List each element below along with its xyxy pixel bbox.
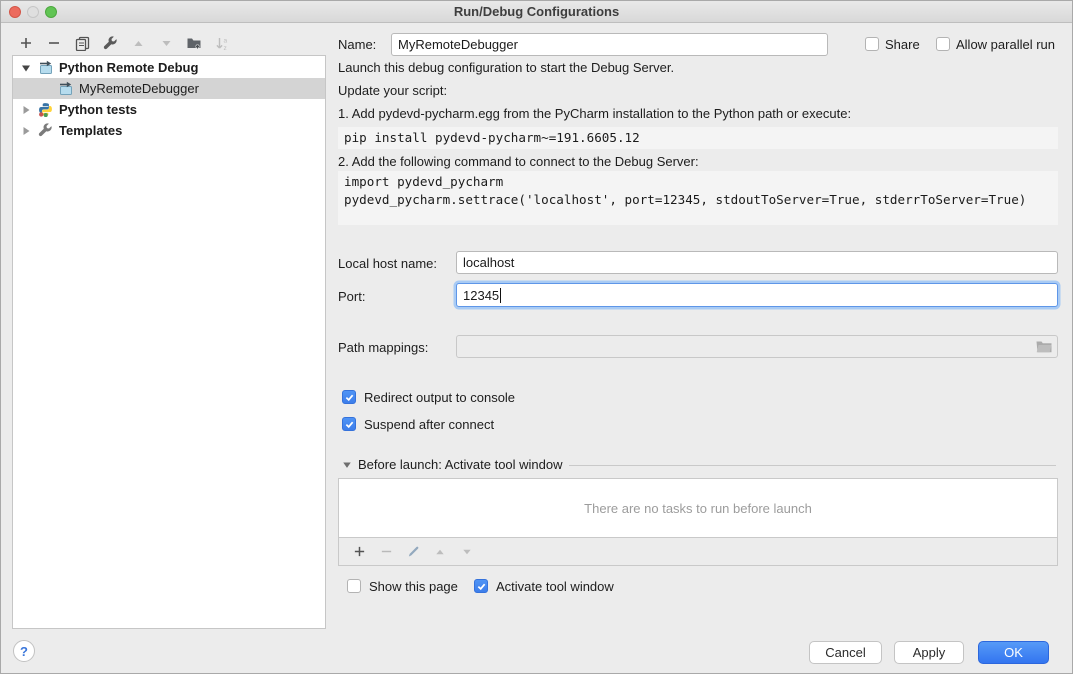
- update-script-text: Update your script:: [338, 83, 447, 99]
- zoom-window-button[interactable]: [45, 6, 57, 18]
- suspend-after-connect-checkbox[interactable]: [342, 417, 356, 431]
- port-input[interactable]: 12345: [456, 283, 1058, 307]
- activate-tool-window-checkbox[interactable]: [474, 579, 488, 593]
- apply-button[interactable]: Apply: [894, 641, 964, 664]
- expanded-chevron-icon[interactable]: [342, 460, 352, 470]
- configurations-tree: Python Remote Debug MyRemoteDebugger Pyt…: [12, 55, 326, 629]
- path-mappings-label: Path mappings:: [338, 340, 428, 356]
- browse-folder-icon[interactable]: [1036, 340, 1052, 357]
- tree-item-label: MyRemoteDebugger: [79, 81, 199, 96]
- settrace-code: import pydevd_pycharmpydevd_pycharm.sett…: [338, 171, 1058, 225]
- path-mappings-input[interactable]: [456, 335, 1058, 358]
- add-task-icon[interactable]: [351, 544, 367, 560]
- allow-parallel-run-label: Allow parallel run: [956, 37, 1055, 53]
- local-host-label: Local host name:: [338, 256, 437, 272]
- before-launch-title: Before launch: Activate tool window: [358, 457, 563, 472]
- new-folder-icon[interactable]: [186, 35, 202, 51]
- run-debug-configurations-dialog: Run/Debug Configurations az: [0, 0, 1073, 674]
- copy-configuration-icon[interactable]: [74, 35, 90, 51]
- minimize-window-button: [27, 6, 39, 18]
- tree-item-python-remote-debug[interactable]: Python Remote Debug: [13, 57, 325, 78]
- collapsed-chevron-icon[interactable]: [20, 125, 32, 137]
- intro-text: Launch this debug configuration to start…: [338, 60, 674, 76]
- move-up-icon: [130, 35, 146, 51]
- add-configuration-icon[interactable]: [18, 35, 34, 51]
- python-tests-icon: [38, 102, 54, 118]
- configurations-toolbar: az: [12, 32, 326, 54]
- suspend-after-connect-label: Suspend after connect: [364, 417, 494, 433]
- remove-task-icon: [378, 544, 394, 560]
- share-checkbox[interactable]: [865, 37, 879, 51]
- text-caret: [500, 288, 501, 303]
- tree-item-templates[interactable]: Templates: [13, 120, 325, 141]
- step2-text: 2. Add the following command to connect …: [338, 154, 699, 170]
- local-host-input[interactable]: [456, 251, 1058, 274]
- cancel-button[interactable]: Cancel: [809, 641, 882, 664]
- port-value: 12345: [463, 288, 499, 303]
- move-task-down-icon: [459, 544, 475, 560]
- move-task-up-icon: [432, 544, 448, 560]
- share-label: Share: [885, 37, 920, 53]
- empty-tasks-message: There are no tasks to run before launch: [584, 501, 812, 516]
- svg-text:a: a: [223, 37, 227, 44]
- tree-item-label: Python Remote Debug: [59, 60, 198, 75]
- before-launch-task-list[interactable]: There are no tasks to run before launch: [338, 478, 1058, 538]
- before-launch-header[interactable]: Before launch: Activate tool window: [342, 457, 1056, 472]
- help-question-mark: ?: [20, 644, 28, 659]
- remove-configuration-icon[interactable]: [46, 35, 62, 51]
- port-label: Port:: [338, 289, 365, 305]
- sort-alphabetically-icon: az: [214, 35, 230, 51]
- help-button[interactable]: ?: [13, 640, 35, 662]
- allow-parallel-run-checkbox[interactable]: [936, 37, 950, 51]
- svg-text:z: z: [223, 45, 226, 51]
- redirect-output-label: Redirect output to console: [364, 390, 515, 406]
- tree-item-label: Templates: [59, 123, 122, 138]
- templates-wrench-icon: [38, 123, 54, 139]
- ok-button[interactable]: OK: [978, 641, 1049, 664]
- expanded-chevron-icon[interactable]: [20, 62, 32, 74]
- tree-item-python-tests[interactable]: Python tests: [13, 99, 325, 120]
- pip-install-code: pip install pydevd-pycharm~=191.6605.12: [338, 127, 1058, 149]
- step1-text: 1. Add pydevd-pycharm.egg from the PyCha…: [338, 106, 851, 122]
- remote-debug-config-icon: [58, 81, 74, 97]
- collapsed-chevron-icon[interactable]: [20, 104, 32, 116]
- name-input[interactable]: [391, 33, 828, 56]
- configuration-editor: Name: Share Allow parallel run Launch th…: [338, 1, 1058, 674]
- redirect-output-checkbox[interactable]: [342, 390, 356, 404]
- activate-tool-window-label: Activate tool window: [496, 579, 614, 595]
- move-down-icon: [158, 35, 174, 51]
- edit-task-pencil-icon: [405, 544, 421, 560]
- before-launch-toolbar: [338, 538, 1058, 566]
- tree-item-myremotedebugger[interactable]: MyRemoteDebugger: [13, 78, 325, 99]
- remote-debug-config-icon: [38, 60, 54, 76]
- close-window-button[interactable]: [9, 6, 21, 18]
- name-label: Name:: [338, 37, 376, 53]
- section-divider: [569, 465, 1056, 466]
- show-this-page-label: Show this page: [369, 579, 458, 595]
- tree-item-label: Python tests: [59, 102, 137, 117]
- show-this-page-checkbox[interactable]: [347, 579, 361, 593]
- edit-defaults-wrench-icon[interactable]: [102, 35, 118, 51]
